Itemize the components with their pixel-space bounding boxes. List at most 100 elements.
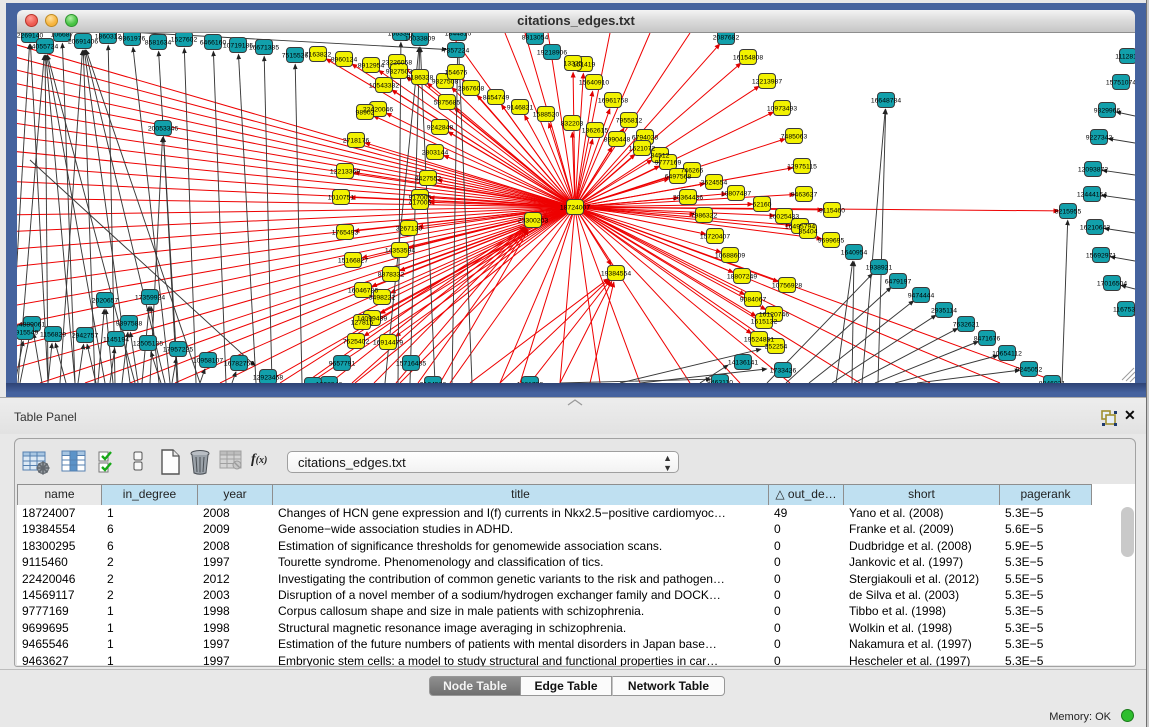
svg-text:10688609: 10688609 bbox=[715, 252, 745, 259]
svg-text:2269140: 2269140 bbox=[17, 33, 43, 39]
svg-text:12923468: 12923468 bbox=[253, 374, 283, 381]
svg-text:19218906: 19218906 bbox=[537, 49, 567, 56]
svg-text:1621072: 1621072 bbox=[629, 145, 656, 152]
svg-text:417005: 417005 bbox=[409, 199, 432, 206]
svg-text:12444154: 12444154 bbox=[1077, 191, 1107, 198]
svg-text:12213987: 12213987 bbox=[752, 78, 782, 85]
svg-text:7357224: 7357224 bbox=[443, 47, 470, 54]
svg-text:1145194: 1145194 bbox=[103, 336, 129, 343]
svg-text:9146821: 9146821 bbox=[507, 104, 534, 111]
svg-text:20053346: 20053346 bbox=[148, 125, 178, 132]
svg-text:1860312: 1860312 bbox=[95, 33, 122, 40]
svg-text:2867608: 2867608 bbox=[458, 85, 485, 92]
svg-text:8454749: 8454749 bbox=[483, 94, 510, 101]
svg-text:17957225: 17957225 bbox=[163, 346, 193, 353]
svg-text:1167531: 1167531 bbox=[1113, 306, 1135, 313]
svg-text:6479197: 6479197 bbox=[885, 278, 912, 285]
svg-text:8215955: 8215955 bbox=[1055, 208, 1082, 215]
svg-text:3915549: 3915549 bbox=[17, 329, 38, 336]
svg-text:10973493: 10973493 bbox=[767, 105, 797, 112]
svg-text:19384554: 19384554 bbox=[601, 270, 631, 277]
svg-text:7955812: 7955812 bbox=[616, 117, 643, 124]
svg-text:2020657: 2020657 bbox=[92, 297, 119, 304]
svg-text:19524851: 19524851 bbox=[744, 336, 774, 343]
svg-text:9227342: 9227342 bbox=[1086, 134, 1113, 141]
svg-text:1063341: 1063341 bbox=[388, 33, 415, 37]
svg-text:20691406: 20691406 bbox=[68, 38, 98, 45]
svg-text:7986322: 7986322 bbox=[691, 212, 718, 219]
svg-text:7163822: 7163822 bbox=[305, 51, 332, 58]
svg-text:16914479: 16914479 bbox=[373, 339, 403, 346]
svg-text:9245052: 9245052 bbox=[1016, 366, 1043, 373]
svg-text:7485063: 7485063 bbox=[781, 133, 808, 140]
svg-text:2803144: 2803144 bbox=[422, 149, 449, 156]
svg-text:10654112: 10654112 bbox=[992, 350, 1022, 357]
svg-text:84512: 84512 bbox=[651, 152, 670, 159]
svg-text:3624554: 3624554 bbox=[701, 179, 728, 186]
svg-text:5875685: 5875685 bbox=[434, 99, 461, 106]
svg-text:15751074: 15751074 bbox=[1106, 79, 1135, 86]
svg-text:16210643: 16210643 bbox=[1080, 224, 1110, 231]
svg-text:15692971: 15692971 bbox=[1086, 252, 1116, 259]
svg-text:9657791: 9657791 bbox=[329, 360, 356, 367]
svg-text:9327508: 9327508 bbox=[432, 78, 459, 85]
svg-text:8813054: 8813054 bbox=[522, 34, 549, 41]
svg-text:832203: 832203 bbox=[561, 120, 584, 127]
svg-text:9699695: 9699695 bbox=[818, 237, 845, 244]
svg-text:15720407: 15720407 bbox=[700, 233, 730, 240]
svg-text:8912954: 8912954 bbox=[358, 62, 385, 69]
svg-text:15166827: 15166827 bbox=[338, 257, 368, 264]
svg-text:8878332: 8878332 bbox=[378, 271, 405, 278]
svg-text:18724007: 18724007 bbox=[560, 204, 590, 211]
svg-text:17016504: 17016504 bbox=[1097, 280, 1127, 287]
svg-text:9329966: 9329966 bbox=[1094, 107, 1121, 114]
svg-text:6497568: 6497568 bbox=[665, 173, 692, 180]
svg-text:8471676: 8471676 bbox=[974, 335, 1001, 342]
svg-text:8427552: 8427552 bbox=[415, 175, 442, 182]
svg-text:3267130: 3267130 bbox=[396, 225, 423, 232]
svg-text:13325: 13325 bbox=[564, 60, 583, 67]
svg-text:1112815: 1112815 bbox=[1115, 53, 1135, 60]
svg-text:7632621: 7632621 bbox=[953, 321, 980, 328]
svg-text:1765493: 1765493 bbox=[332, 229, 359, 236]
svg-text:2718176: 2718176 bbox=[343, 137, 370, 144]
svg-text:9777169: 9777169 bbox=[655, 159, 682, 166]
svg-text:8186328: 8186328 bbox=[407, 74, 434, 81]
svg-text:16782759: 16782759 bbox=[224, 360, 254, 367]
svg-text:1527602: 1527602 bbox=[171, 36, 198, 43]
svg-text:9474444: 9474444 bbox=[908, 292, 935, 299]
svg-text:8990448: 8990448 bbox=[604, 136, 631, 143]
svg-text:6794028: 6794028 bbox=[632, 134, 659, 141]
svg-text:1362615: 1362615 bbox=[582, 127, 609, 134]
svg-text:4055724: 4055724 bbox=[32, 43, 59, 50]
svg-text:1615132: 1615132 bbox=[751, 318, 778, 325]
svg-text:16671385: 16671385 bbox=[249, 44, 279, 51]
svg-text:12975115: 12975115 bbox=[787, 163, 817, 170]
svg-text:9115460: 9115460 bbox=[819, 207, 845, 214]
svg-text:9361976: 9361976 bbox=[119, 35, 146, 42]
svg-text:16154808: 16154808 bbox=[733, 54, 763, 61]
svg-text:252254: 252254 bbox=[765, 343, 788, 350]
svg-text:2942757: 2942757 bbox=[72, 332, 99, 339]
svg-text:16961758: 16961758 bbox=[598, 97, 628, 104]
svg-text:14353594: 14353594 bbox=[385, 247, 415, 254]
svg-text:15716485: 15716485 bbox=[396, 360, 426, 367]
svg-text:3498222: 3498222 bbox=[369, 294, 396, 301]
svg-text:35404: 35404 bbox=[799, 228, 818, 235]
svg-text:98902: 98902 bbox=[356, 109, 375, 116]
svg-text:23300203: 23300203 bbox=[518, 217, 548, 224]
svg-text:7625402: 7625402 bbox=[343, 338, 370, 345]
svg-text:16120746: 16120746 bbox=[759, 311, 789, 318]
svg-text:1640954: 1640954 bbox=[841, 249, 868, 256]
svg-text:12505135: 12505135 bbox=[133, 340, 163, 347]
svg-text:17359924: 17359924 bbox=[135, 294, 165, 301]
svg-text:127815: 127815 bbox=[351, 319, 374, 326]
svg-text:9242848: 9242848 bbox=[427, 124, 454, 131]
svg-text:1156829: 1156829 bbox=[40, 331, 66, 338]
svg-text:1733426: 1733426 bbox=[770, 367, 797, 374]
svg-text:8960124: 8960124 bbox=[331, 56, 358, 63]
svg-text:2935114: 2935114 bbox=[931, 307, 957, 314]
svg-text:16046786: 16046786 bbox=[348, 287, 378, 294]
svg-text:62160: 62160 bbox=[753, 201, 772, 208]
svg-text:16648784: 16648784 bbox=[871, 97, 901, 104]
